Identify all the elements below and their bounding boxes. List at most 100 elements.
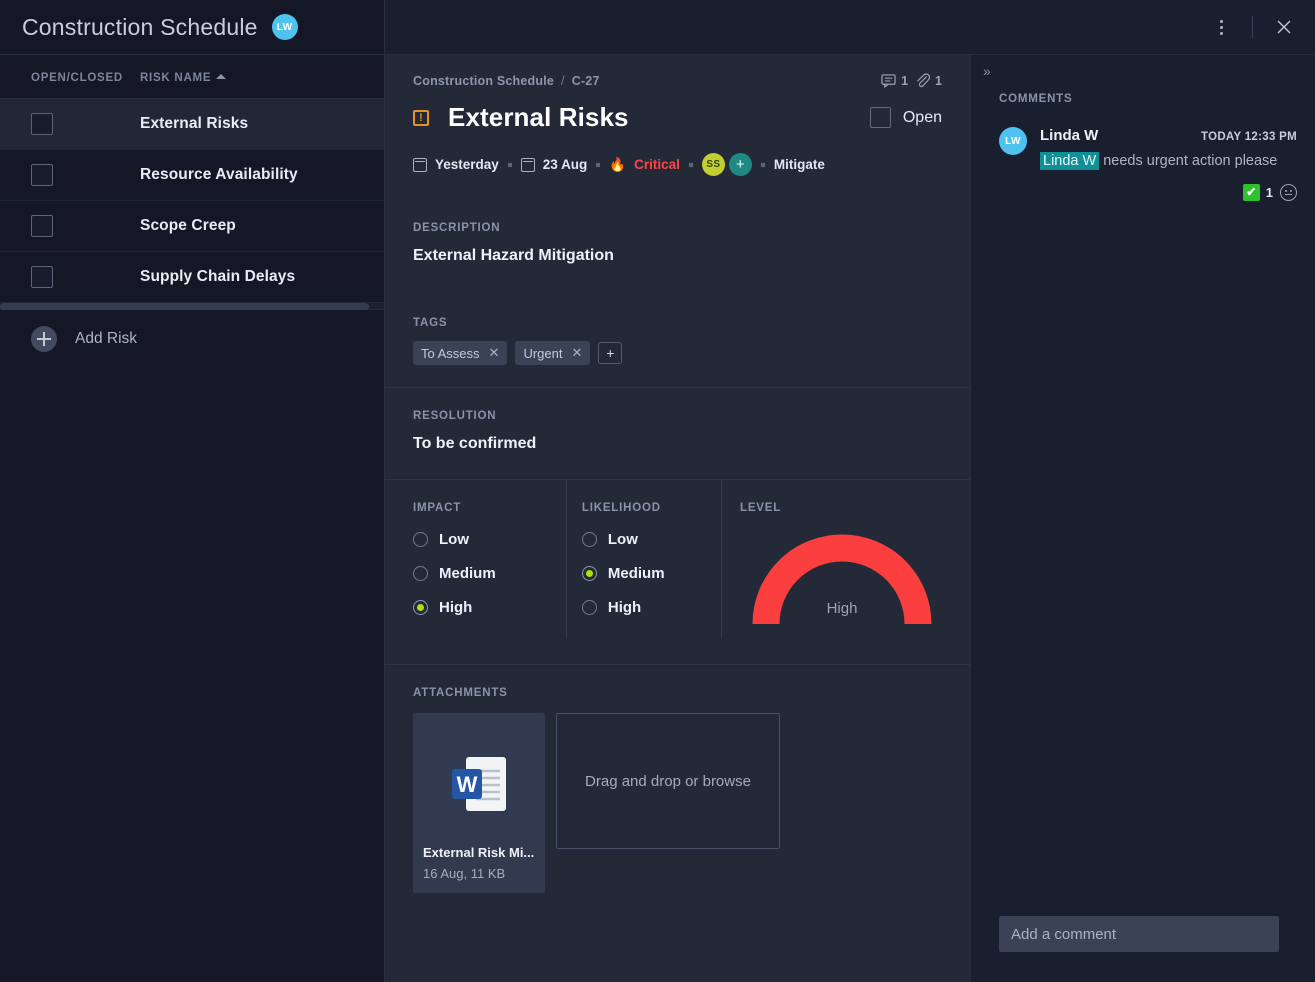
strategy[interactable]: Mitigate [774,157,825,172]
radio-icon[interactable] [413,566,428,581]
risk-row[interactable]: Scope Creep [0,201,384,252]
calendar-icon [413,158,427,172]
attachment-meta: 16 Aug, 11 KB [423,866,505,881]
add-tag-button[interactable]: + [598,342,622,364]
title-row: ! External Risks Open [413,102,942,133]
impact-option-medium[interactable]: Medium [413,565,558,582]
checkbox-icon[interactable] [31,266,53,288]
risk-row-checkbox-cell[interactable] [0,215,140,237]
description-label: DESCRIPTION [413,200,942,234]
add-reaction-icon[interactable] [1280,184,1297,201]
priority[interactable]: 🔥 Critical [609,157,680,173]
tag-chip[interactable]: To Assess ✕ [413,341,507,365]
due-date-label: 23 Aug [543,157,588,172]
risk-row[interactable]: External Risks [0,99,384,150]
impact-likelihood-level: IMPACT Low Medium High [413,480,942,664]
avatar[interactable]: LW [272,14,298,40]
checkbox-icon[interactable] [31,164,53,186]
likelihood-option-high[interactable]: High [582,599,711,616]
level-column: LEVEL High [721,480,942,638]
comments-header: COMMENTS [971,79,1315,105]
breadcrumb: Construction Schedule/C-27 [413,74,600,88]
remove-tag-icon[interactable]: ✕ [571,345,582,361]
open-checkbox[interactable] [870,107,891,128]
paperclip-icon [915,73,930,88]
level-label: LEVEL [740,480,932,514]
description-value[interactable]: External Hazard Mitigation [413,247,942,265]
risk-level-gauge: High [752,528,932,638]
risk-row-checkbox-cell[interactable] [0,113,140,135]
checkbox-icon[interactable] [31,215,53,237]
comment-header: Linda W TODAY 12:33 PM [1040,127,1297,144]
close-button[interactable] [1267,10,1301,44]
risk-row-name: Supply Chain Delays [140,268,295,286]
attachment-card[interactable]: W External Risk Mi... 16 Aug, 11 KB [413,713,545,893]
likelihood-label: LIKELIHOOD [582,480,711,514]
comment-input[interactable] [999,916,1279,952]
risk-detail-panel: Construction Schedule/C-27 1 [385,55,970,982]
radio-icon[interactable] [582,600,597,615]
mention-chip[interactable]: Linda W [1040,152,1099,170]
risk-row-checkbox-cell[interactable] [0,164,140,186]
remove-tag-icon[interactable]: ✕ [489,345,500,361]
risk-row[interactable]: Resource Availability [0,150,384,201]
tag-chip[interactable]: Urgent ✕ [515,341,590,365]
word-document-icon: W [448,751,510,819]
attachments-row: W External Risk Mi... 16 Aug, 11 KB Drag… [413,713,942,893]
reaction-chip[interactable]: ✔ 1 [1243,184,1273,201]
comment-input-wrapper [971,916,1315,982]
tags-row: To Assess ✕ Urgent ✕ + [413,341,942,387]
comment-text: Linda W needs urgent action please [1040,152,1297,172]
comment-avatar[interactable]: LW [999,127,1027,155]
column-header-open-closed-label: OPEN/CLOSED [31,72,123,84]
comment-reactions: ✔ 1 [1040,184,1297,201]
breadcrumb-project[interactable]: Construction Schedule [413,74,554,88]
add-assignee-button[interactable]: + [729,153,752,176]
due-date[interactable]: 23 Aug [521,157,588,172]
tags-label: TAGS [413,265,942,329]
radio-icon-selected[interactable] [582,566,597,581]
assignee-avatar[interactable]: SS [702,153,725,176]
level-value: High [752,600,932,617]
risk-row[interactable]: Supply Chain Delays [0,252,384,303]
plus-icon [31,326,57,352]
sidebar: Construction Schedule LW OPEN/CLOSED RIS… [0,0,385,982]
meta-separator [761,163,765,167]
column-header-risk-name[interactable]: RISK NAME [140,68,384,86]
add-risk-button[interactable]: Add Risk [0,310,384,367]
comment-text-body: needs urgent action please [1099,153,1277,169]
risk-row-checkbox-cell[interactable] [0,266,140,288]
horizontal-scrollbar[interactable] [0,303,384,310]
comment-count-group[interactable]: 1 [881,74,908,88]
app-window: Construction Schedule LW OPEN/CLOSED RIS… [0,0,1315,982]
breadcrumb-id[interactable]: C-27 [572,74,600,88]
attachment-name: External Risk Mi... [423,845,534,860]
attachment-count-group[interactable]: 1 [915,73,942,88]
reaction-count: 1 [1266,185,1273,200]
window-toolbar [385,0,1315,55]
detail-and-comments: Construction Schedule/C-27 1 [385,55,1315,982]
assignees[interactable]: SS + [702,153,752,176]
svg-text:W: W [457,772,478,797]
collapse-panel-button[interactable]: » [971,55,1315,79]
likelihood-option-medium[interactable]: Medium [582,565,711,582]
file-dropzone[interactable]: Drag and drop or browse [556,713,780,849]
resolution-value[interactable]: To be confirmed [413,435,942,453]
fire-icon: 🔥 [609,157,626,173]
column-header-open-closed[interactable]: OPEN/CLOSED [0,68,140,86]
likelihood-option-low[interactable]: Low [582,531,711,548]
radio-icon-selected[interactable] [413,600,428,615]
meta-separator [508,163,512,167]
impact-option-high[interactable]: High [413,599,558,616]
comment-icon [881,74,896,88]
created-date[interactable]: Yesterday [413,157,499,172]
comments-panel: » COMMENTS LW Linda W TODAY 12:33 PM Lin… [970,55,1315,982]
more-options-button[interactable] [1204,10,1238,44]
radio-icon[interactable] [582,532,597,547]
tag-label: Urgent [523,346,562,361]
likelihood-option-medium-label: Medium [608,565,665,582]
impact-option-low[interactable]: Low [413,531,558,548]
checkbox-icon[interactable] [31,113,53,135]
status-toggle[interactable]: Open [870,107,942,128]
radio-icon[interactable] [413,532,428,547]
